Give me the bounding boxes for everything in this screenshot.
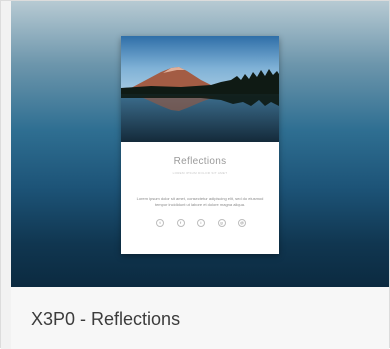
social-icons: t f i g @	[156, 219, 246, 229]
mountain-lake-photo	[121, 36, 279, 142]
github-icon: g	[217, 219, 226, 227]
theme-name[interactable]: X3P0 - Reflections	[31, 309, 180, 330]
facebook-icon: f	[176, 219, 185, 227]
instagram-icon: i	[197, 219, 205, 227]
preview-subtitle: LOREM IPSUM DOLOR SIT AMET	[172, 171, 228, 175]
preview-body-text: Lorem ipsum dolor sit amet, consectetur …	[136, 196, 264, 207]
preview-card: Reflections LOREM IPSUM DOLOR SIT AMET L…	[121, 36, 279, 254]
left-gutter	[1, 1, 11, 349]
preview-title: Reflections	[173, 156, 227, 167]
theme-screenshot[interactable]: Reflections LOREM IPSUM DOLOR SIT AMET L…	[11, 1, 389, 287]
theme-card-footer: X3P0 - Reflections	[11, 287, 389, 349]
theme-card[interactable]: Reflections LOREM IPSUM DOLOR SIT AMET L…	[0, 0, 390, 349]
email-icon: @	[238, 219, 246, 227]
twitter-icon: t	[156, 219, 164, 227]
